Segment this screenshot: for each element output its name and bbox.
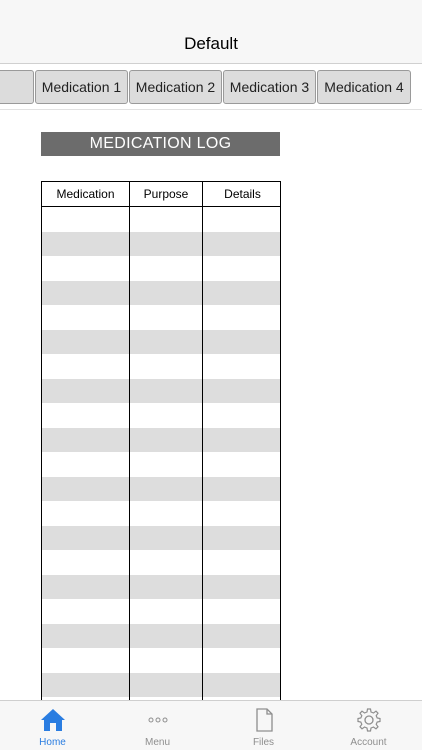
table-row [42, 672, 280, 697]
table-row [42, 329, 280, 354]
tab-medication-1[interactable]: Medication 1 [35, 70, 128, 104]
table-header-row: Medication Purpose Details [42, 182, 280, 207]
tabbar-account-label: Account [350, 737, 387, 748]
column-divider [202, 182, 203, 700]
column-divider [129, 182, 130, 700]
column-header-medication: Medication [56, 187, 115, 201]
tab-partial[interactable] [0, 70, 34, 104]
column-header-purpose: Purpose [143, 187, 189, 201]
tabbar-home-label: Home [39, 737, 66, 748]
tabbar-menu[interactable]: Menu [105, 701, 210, 750]
tab-medication-4[interactable]: Medication 4 [317, 70, 411, 104]
navigation-bar: Default [0, 0, 422, 64]
column-header-details: Details [224, 187, 261, 201]
file-icon [255, 708, 273, 732]
medication-log-table[interactable]: Medication Purpose Details [41, 181, 281, 701]
medication-log-title: MEDICATION LOG [41, 132, 280, 156]
table-row [42, 378, 280, 403]
table-row [42, 574, 280, 599]
tabbar-menu-label: Menu [144, 737, 170, 748]
nav-title: Default [184, 34, 238, 53]
table-row [42, 623, 280, 648]
tabbar-home[interactable]: Home [0, 701, 105, 750]
home-icon [40, 709, 65, 731]
table-row [42, 525, 280, 550]
more-icon [148, 717, 167, 723]
tabbar-files-label: Files [252, 737, 275, 748]
bottom-tab-bar: Home Menu Files Account [0, 700, 422, 750]
table-row [42, 280, 280, 305]
table-row [42, 476, 280, 501]
table-row [42, 427, 280, 452]
tabbar-account[interactable]: Account [316, 701, 421, 750]
document-tab-strip[interactable]: Medication 1 Medication 2 Medication 3 M… [0, 64, 422, 110]
tab-medication-3[interactable]: Medication 3 [223, 70, 316, 104]
tabbar-files[interactable]: Files [211, 701, 316, 750]
tab-medication-2[interactable]: Medication 2 [129, 70, 222, 104]
gear-icon [356, 708, 381, 732]
table-row [42, 231, 280, 256]
